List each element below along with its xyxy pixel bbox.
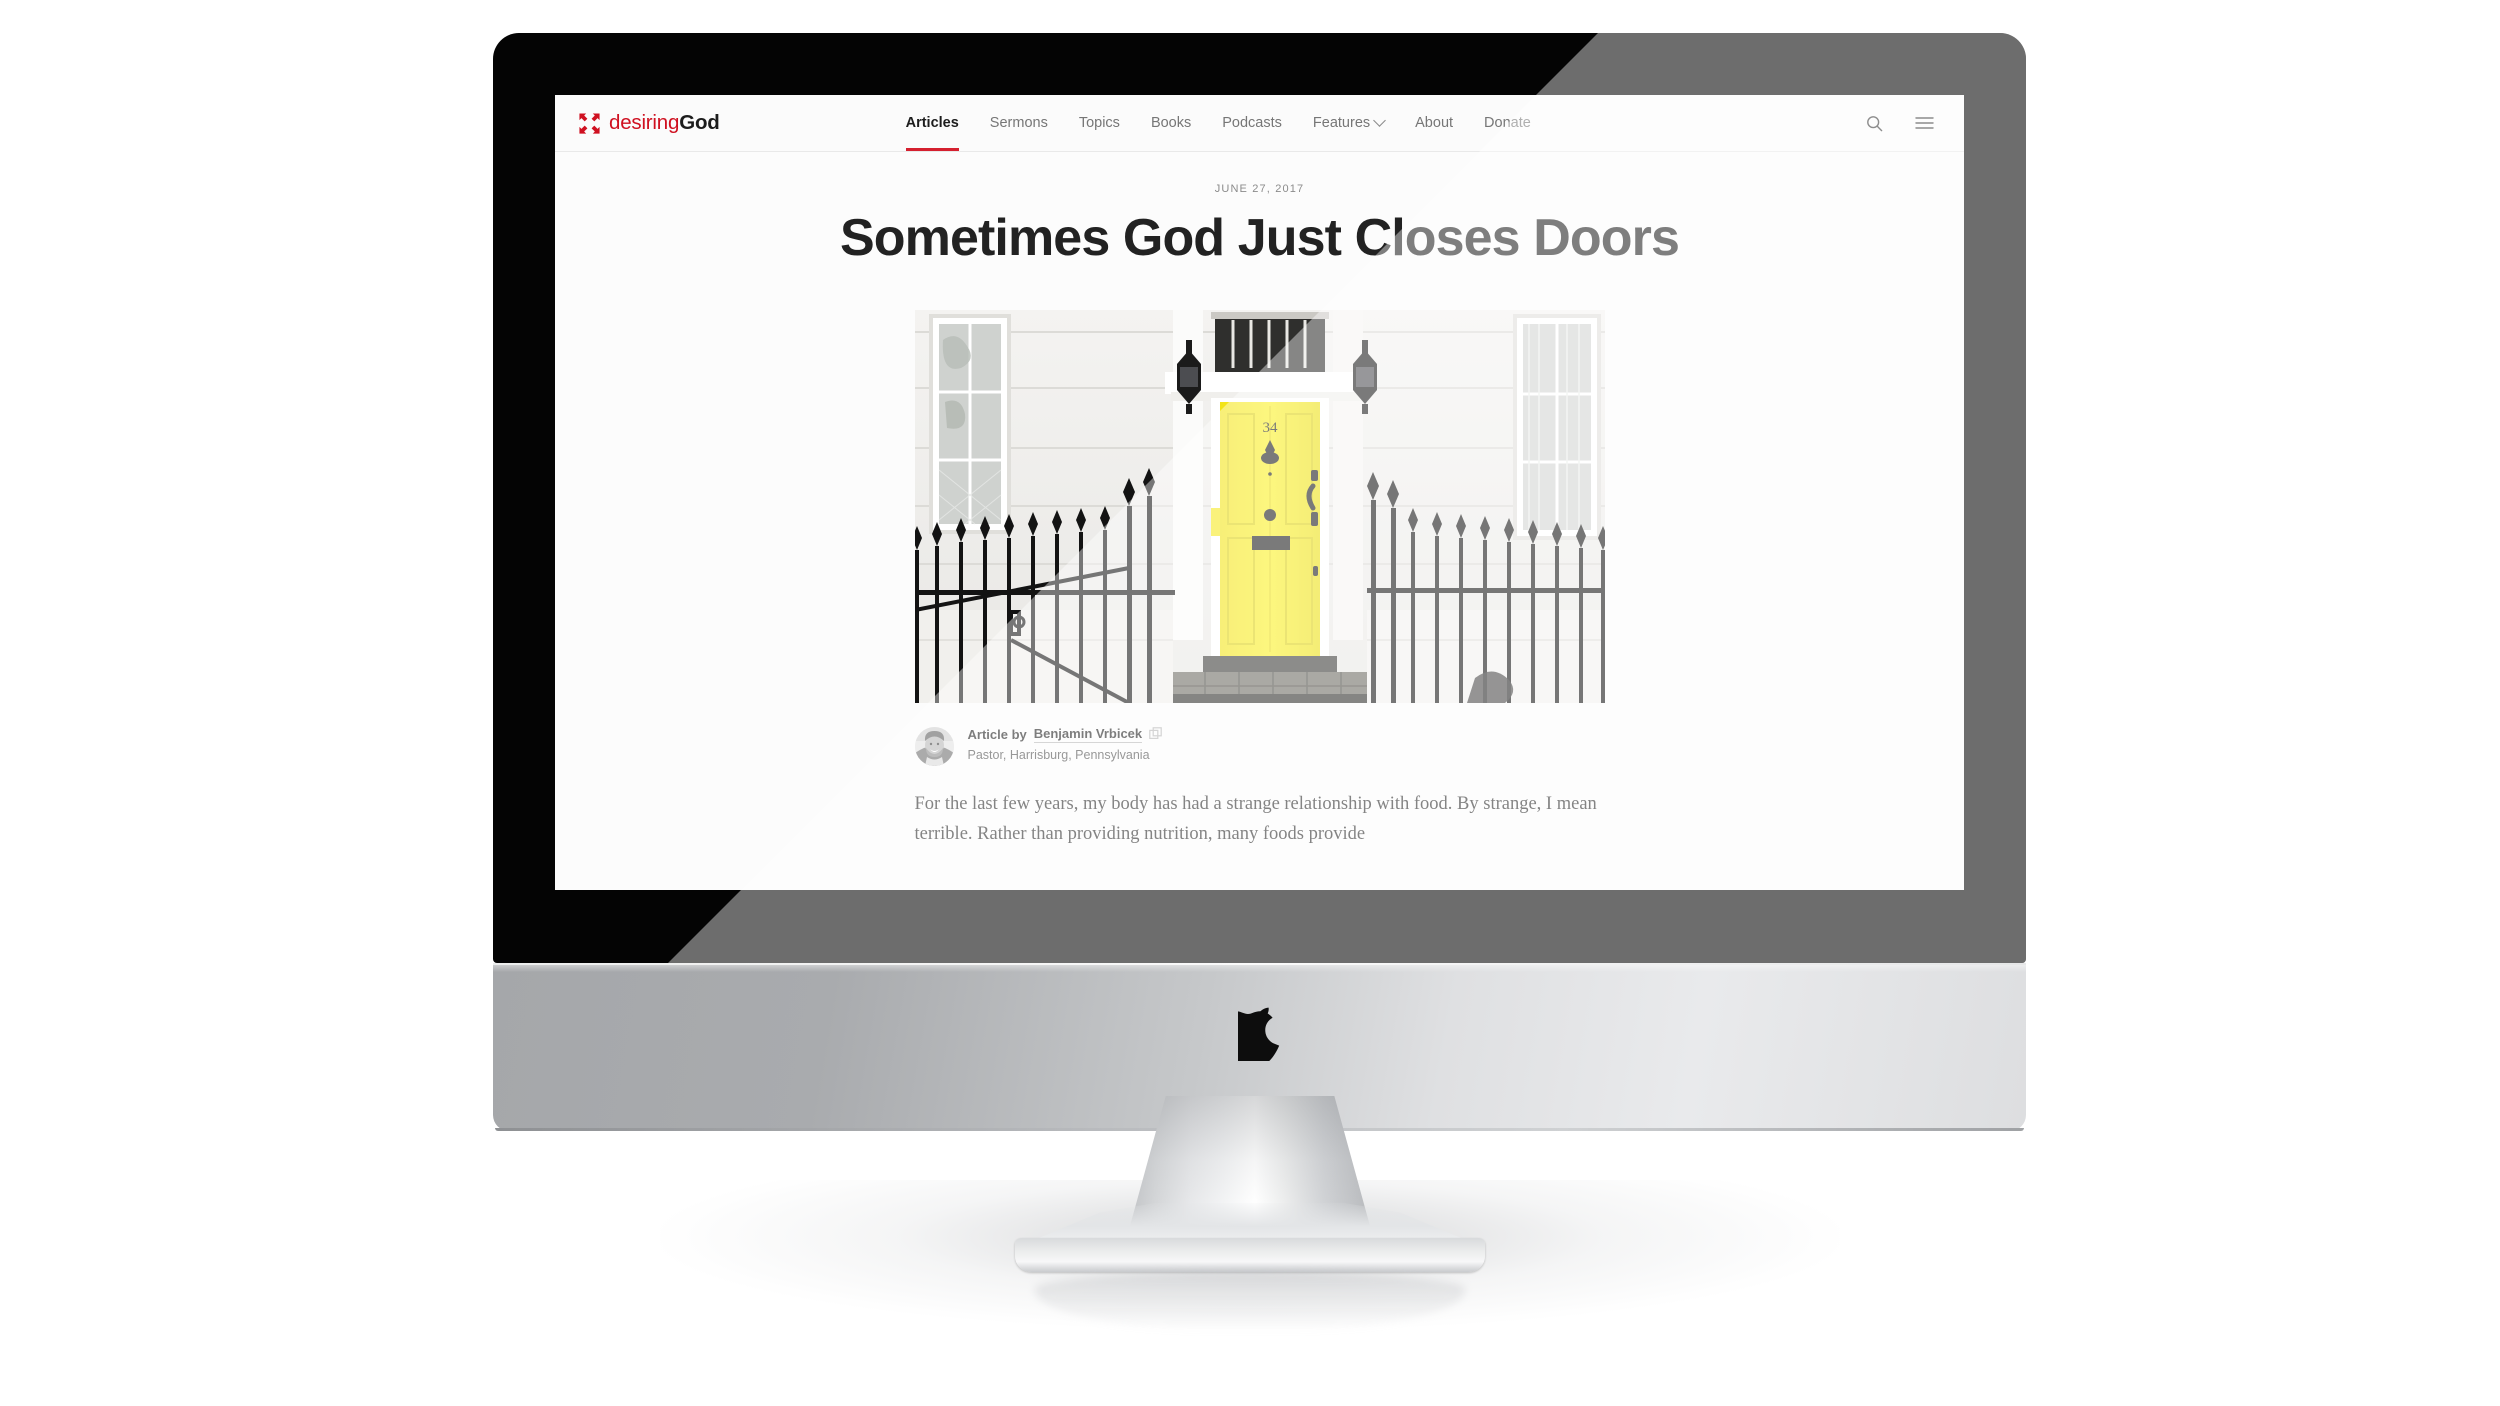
nav-label: Podcasts	[1222, 115, 1282, 131]
avatar	[914, 727, 954, 767]
nav-item-podcasts[interactable]: Podcasts	[1222, 95, 1282, 151]
article-byline: Article by Benjamin Vrbicek Pastor, Harr…	[914, 725, 1605, 767]
page-title: Sometimes God Just Closes Doors	[840, 209, 1680, 267]
article-hero-image: 34	[914, 310, 1605, 704]
hamburger-menu-icon[interactable]	[1915, 116, 1934, 130]
screen-viewport: desiringGod Articles Sermons Topics Book…	[555, 95, 1964, 890]
search-icon[interactable]	[1866, 115, 1883, 132]
byline-author-role: Pastor, Harrisburg, Pennsylvania	[967, 748, 1150, 763]
byline-label: Article by	[967, 727, 1027, 743]
nav-label: Sermons	[989, 115, 1048, 131]
apple-logo-icon	[1218, 1007, 1282, 1065]
nav-label: Articles	[905, 115, 959, 131]
duplicate-copy-icon[interactable]	[1149, 726, 1162, 743]
nav-item-books[interactable]: Books	[1151, 95, 1191, 151]
yellow-front-door-photo: 34	[914, 310, 1605, 704]
chin-top-edge	[493, 963, 2026, 965]
article-body: For the last few years, my body has had …	[914, 794, 1597, 845]
site-navbar: desiringGod Articles Sermons Topics Book…	[555, 95, 1964, 152]
site-logo[interactable]: desiringGod	[579, 111, 720, 135]
nav-item-features[interactable]: Features	[1312, 95, 1387, 151]
nav-label: About	[1415, 115, 1454, 131]
article-container: JUNE 27, 2017 Sometimes God Just Closes …	[555, 152, 1964, 850]
website-page: desiringGod Articles Sermons Topics Book…	[555, 95, 1964, 890]
byline-author-link[interactable]: Benjamin Vrbicek	[1033, 726, 1143, 744]
imac-stand-base	[1015, 1238, 1485, 1272]
article-date: JUNE 27, 2017	[1214, 183, 1305, 195]
chevron-down-icon	[1373, 113, 1387, 127]
nav-item-articles[interactable]: Articles	[905, 95, 960, 151]
nav-item-topics[interactable]: Topics	[1079, 95, 1120, 151]
base-reflection	[1035, 1272, 1465, 1332]
desiringgod-arrows-icon	[579, 112, 600, 134]
byline-author-row: Article by Benjamin Vrbicek	[967, 726, 1163, 744]
nav-label: Features	[1312, 115, 1371, 131]
house-number: 34	[1262, 420, 1278, 436]
nav-label: Topics	[1078, 115, 1120, 131]
nav-label: Books	[1150, 115, 1192, 131]
nav-item-sermons[interactable]: Sermons	[990, 95, 1048, 151]
nav-item-about[interactable]: About	[1415, 95, 1453, 151]
nav-label: Donate	[1484, 115, 1531, 131]
brand-name-dark: God	[679, 111, 720, 134]
nav-item-donate[interactable]: Donate	[1484, 95, 1531, 151]
primary-nav: Articles Sermons Topics Books Podcasts F…	[905, 95, 1531, 151]
display-bezel: desiringGod Articles Sermons Topics Book…	[493, 33, 2026, 963]
imac-device: desiringGod Articles Sermons Topics Book…	[493, 33, 2026, 1131]
nav-utilities	[1866, 115, 1934, 132]
site-logo-text: desiringGod	[609, 111, 720, 135]
brand-name-red: desiring	[609, 111, 680, 134]
byline-text: Article by Benjamin Vrbicek Pastor, Harr…	[968, 725, 1163, 762]
